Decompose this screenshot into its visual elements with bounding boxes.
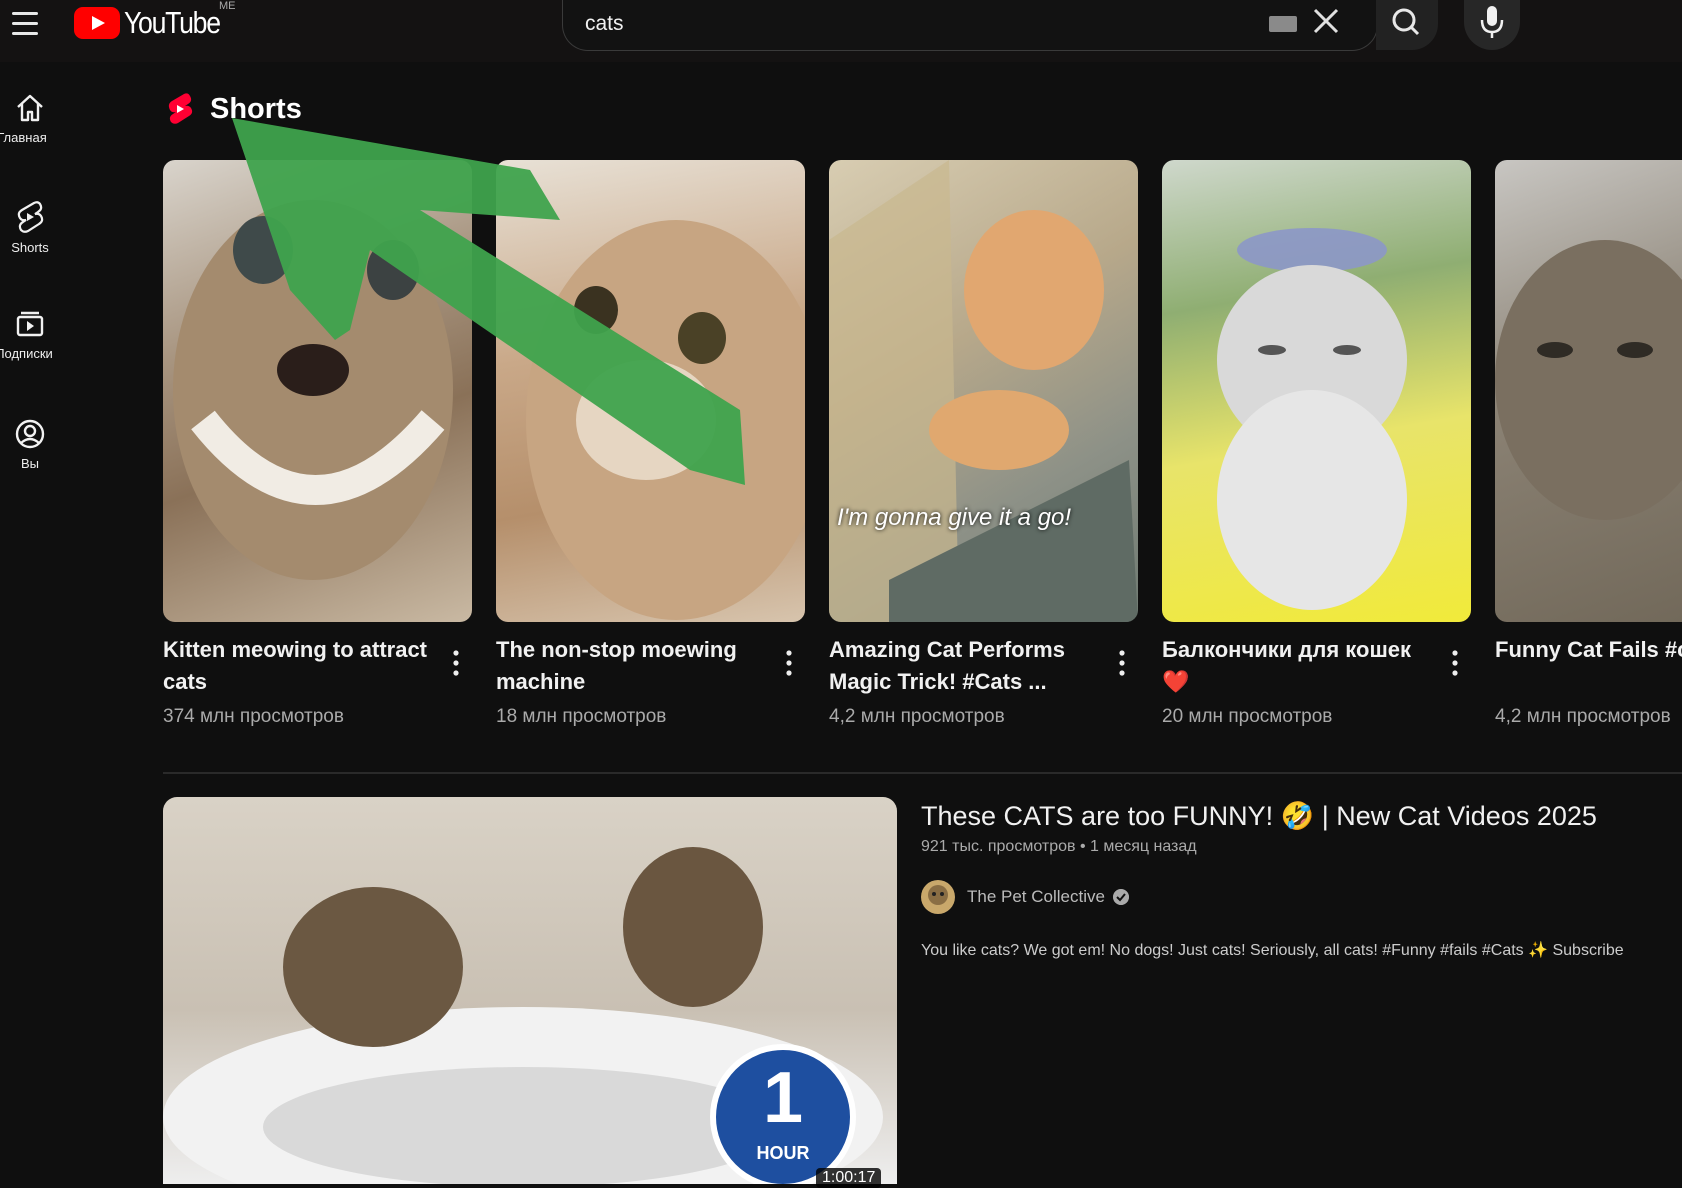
channel-info[interactable]: The Pet Collective	[921, 880, 1129, 914]
video-duration: 1:00:17	[816, 1168, 882, 1188]
video-meta: 921 тыс. просмотров • 1 месяц назад	[921, 838, 1197, 855]
video-title[interactable]: These CATS are too FUNNY! 🤣 | New Cat Vi…	[921, 800, 1597, 832]
kittens-image: 1 HOUR	[163, 847, 883, 1184]
hour-badge-text: HOUR	[757, 1143, 810, 1163]
video-description: You like cats? We got em! No dogs! Just …	[921, 942, 1624, 959]
channel-name[interactable]: The Pet Collective	[967, 887, 1105, 907]
video-thumbnail[interactable]: 1 HOUR	[163, 797, 897, 1184]
verified-icon	[1112, 889, 1129, 905]
channel-avatar[interactable]	[921, 880, 955, 914]
hour-badge-number: 1	[763, 1058, 803, 1138]
section-divider	[163, 772, 1682, 774]
